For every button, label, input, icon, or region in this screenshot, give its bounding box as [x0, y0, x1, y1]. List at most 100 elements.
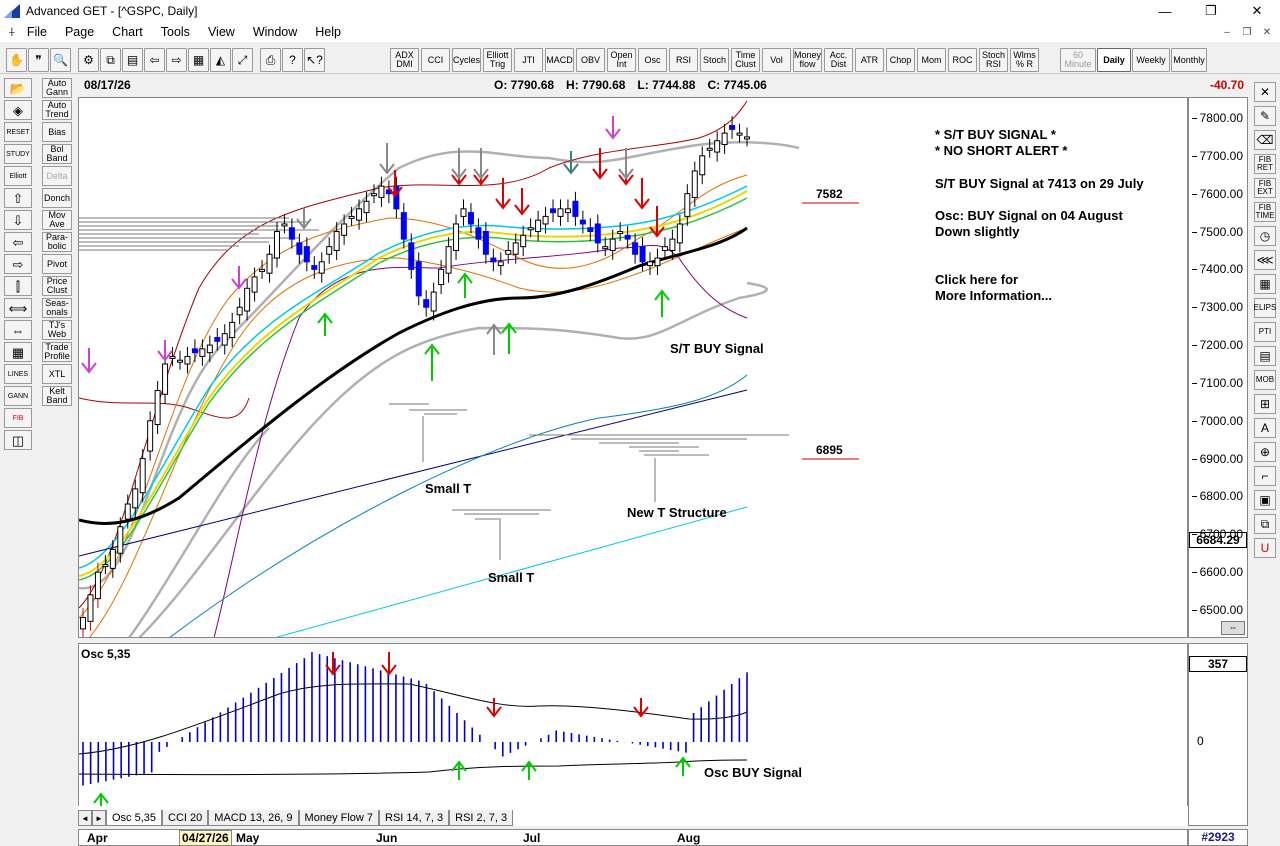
menu-window[interactable]: Window: [244, 25, 306, 39]
close-button[interactable]: ✕: [1234, 0, 1280, 22]
menu-view[interactable]: View: [199, 25, 244, 39]
eraser-button[interactable]: ⌫: [1254, 130, 1276, 150]
expand-button[interactable]: ⤢: [232, 48, 253, 72]
menu-chart[interactable]: Chart: [103, 25, 152, 39]
tab-next-button[interactable]: ►: [92, 810, 106, 826]
box-button[interactable]: ⊞: [1254, 394, 1276, 414]
fib-button[interactable]: FIB: [4, 408, 32, 428]
magnet-button[interactable]: U: [1254, 538, 1276, 558]
study-button-stoch-rsi[interactable]: Stoch RSI: [979, 48, 1008, 72]
document-icon[interactable]: ⍭: [8, 24, 16, 40]
tool-bol-band[interactable]: Bol Band: [42, 144, 72, 164]
fib-ext-button[interactable]: FIB EXT: [1254, 178, 1276, 198]
study-button-roc[interactable]: ROC: [948, 48, 977, 72]
tool-donch[interactable]: Donch: [42, 188, 72, 208]
price-chart-svg[interactable]: 7582 6895 * S/T BUY SIGNAL * * NO SHORT …: [79, 98, 1188, 638]
study-button-cycles[interactable]: Cycles: [452, 48, 481, 72]
menu-page[interactable]: Page: [56, 25, 103, 39]
page-button[interactable]: ▤: [122, 48, 143, 72]
table-button[interactable]: ▤: [1254, 346, 1276, 366]
study-button-jti[interactable]: JTI: [514, 48, 543, 72]
gear-button[interactable]: ⚙: [78, 48, 99, 72]
mdi-minimize-button[interactable]: –: [1218, 24, 1236, 40]
study-button-money-flow[interactable]: Money flow: [793, 48, 822, 72]
tool-trade-profile[interactable]: Trade Profile: [42, 342, 72, 362]
mountain-button[interactable]: ◭: [210, 48, 231, 72]
copy-button[interactable]: ⧉: [100, 48, 121, 72]
right-arrow-button[interactable]: ⇨: [166, 48, 187, 72]
open-file-button[interactable]: 📂: [4, 78, 32, 98]
fib-time-button[interactable]: FIB TIME: [1254, 202, 1276, 222]
ellipse-button[interactable]: ELIPS: [1254, 298, 1276, 318]
fib-circle-button[interactable]: ◷: [1254, 226, 1276, 246]
pti-button[interactable]: PTI: [1254, 322, 1276, 342]
maximize-button[interactable]: ❐: [1188, 0, 1234, 22]
tool-xtl[interactable]: XTL: [42, 364, 72, 384]
whats-this-button[interactable]: ↖?: [304, 48, 325, 72]
menu-file[interactable]: File: [18, 25, 56, 39]
tab-rsi-14[interactable]: RSI 14, 7, 3: [379, 810, 450, 826]
oscillator-pane[interactable]: Osc 5,35 Osc BUY Signal: [78, 643, 1188, 826]
tool-para-bolic[interactable]: Para- bolic: [42, 232, 72, 252]
tool-tj-s-web[interactable]: TJ's Web: [42, 320, 72, 340]
price-chart-pane[interactable]: 7582 6895 * S/T BUY SIGNAL * * NO SHORT …: [78, 97, 1188, 638]
study-button-cci[interactable]: CCI: [421, 48, 450, 72]
reset-button[interactable]: RESET: [4, 122, 32, 142]
fib-ret-button[interactable]: FIB RET: [1254, 154, 1276, 174]
tab-rsi-2[interactable]: RSI 2, 7, 3: [449, 810, 514, 826]
study-button-mom[interactable]: Mom: [917, 48, 946, 72]
oscillator-svg[interactable]: Osc 5,35 Osc BUY Signal: [79, 644, 1188, 808]
timeframe-daily[interactable]: Daily: [1097, 48, 1131, 72]
tool-bias[interactable]: Bias: [42, 122, 72, 142]
study-button-time-clust[interactable]: Time Clust: [731, 48, 760, 72]
right-arrow-button[interactable]: ⇨: [4, 254, 32, 274]
study-button-elliott-trig[interactable]: Elliott Trig: [483, 48, 512, 72]
study-button-wlms-r[interactable]: Wlms % R: [1010, 48, 1039, 72]
compress-button[interactable]: ⟺: [4, 298, 32, 318]
tool-pivot[interactable]: Pivot: [42, 254, 72, 274]
tool-auto-trend[interactable]: Auto Trend: [42, 100, 72, 120]
axis-scale-button[interactable]: ⇔: [1221, 621, 1245, 635]
down-arrow-button[interactable]: ⇩: [4, 210, 32, 230]
layers-button[interactable]: ⧉: [1254, 514, 1276, 534]
expand-button[interactable]: ⇔: [4, 320, 32, 340]
bar-width-button[interactable]: ⫿: [4, 276, 32, 296]
print-button[interactable]: ⎙: [260, 48, 281, 72]
tool-mov-ave[interactable]: Mov Ave: [42, 210, 72, 230]
close-drawing-button[interactable]: ✕: [1254, 82, 1276, 102]
study-button-open-int[interactable]: Open Int: [607, 48, 636, 72]
elliott-button[interactable]: Elliott: [4, 166, 32, 186]
window-button[interactable]: ◫: [4, 430, 32, 450]
hand-button[interactable]: ✋: [6, 48, 27, 72]
quote-button[interactable]: ❞: [28, 48, 49, 72]
tool-auto-gann[interactable]: Auto Gann: [42, 78, 72, 98]
mdi-close-button[interactable]: ✕: [1258, 24, 1276, 40]
tool-delta[interactable]: Delta: [42, 166, 72, 186]
study-button-chop[interactable]: Chop: [886, 48, 915, 72]
left-arrow-button[interactable]: ⇦: [4, 232, 32, 252]
up-arrow-button[interactable]: ⇧: [4, 188, 32, 208]
timeframe-weekly[interactable]: Weekly: [1132, 48, 1170, 72]
date-axis[interactable]: Apr 04/27/26 May Jun Jul Aug: [78, 829, 1188, 846]
left-arrow-button[interactable]: ⇦: [144, 48, 165, 72]
study-button-vol[interactable]: Vol: [762, 48, 791, 72]
study-button-rsi[interactable]: RSI: [669, 48, 698, 72]
chart-button[interactable]: ▦: [188, 48, 209, 72]
more-info-link-1[interactable]: Click here for: [935, 272, 1018, 287]
gann-button[interactable]: GANN: [4, 386, 32, 406]
study-button-adx-dmi[interactable]: ADX DMI: [390, 48, 419, 72]
study-button-macd[interactable]: MACD: [545, 48, 574, 72]
study-button[interactable]: STUDY: [4, 144, 32, 164]
magnifier-button[interactable]: 🔍: [50, 48, 71, 72]
screen-button[interactable]: ▣: [1254, 490, 1276, 510]
tab-cci[interactable]: CCI 20: [162, 810, 209, 826]
zoom-button[interactable]: ⊕: [1254, 442, 1276, 462]
lines-button[interactable]: LINES: [4, 364, 32, 384]
timeframe-60-minute[interactable]: 60 Minute: [1060, 48, 1096, 72]
text-button[interactable]: A: [1254, 418, 1276, 438]
study-button-atr[interactable]: ATR: [855, 48, 884, 72]
grid-button[interactable]: ▦: [1254, 274, 1276, 294]
grid-button[interactable]: ▦: [4, 342, 32, 362]
mob-button[interactable]: MOB: [1254, 370, 1276, 390]
menu-help[interactable]: Help: [306, 25, 350, 39]
